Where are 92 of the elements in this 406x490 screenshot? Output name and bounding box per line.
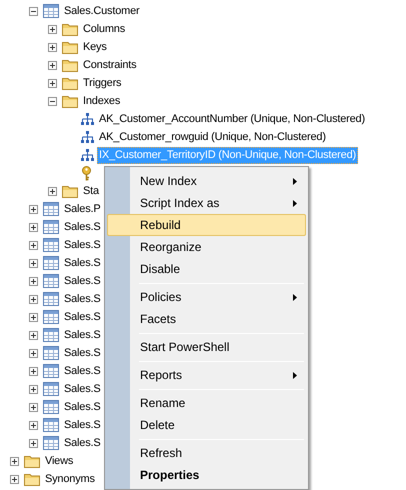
- expand-icon[interactable]: [10, 474, 18, 484]
- table-icon: [43, 436, 59, 450]
- table-icon: [43, 328, 59, 342]
- tree-item[interactable]: Sales.S: [62, 218, 103, 236]
- table-icon: [43, 256, 59, 270]
- tree-item[interactable]: Sales.P: [62, 200, 103, 218]
- tree-item[interactable]: Sales.S: [62, 398, 103, 416]
- tree-item[interactable]: Sales.S: [62, 326, 103, 344]
- folder-icon: [62, 40, 78, 54]
- expand-icon[interactable]: [28, 366, 38, 376]
- hierarchy-icon: [81, 130, 94, 144]
- tree-item[interactable]: Sales.S: [62, 416, 103, 434]
- expand-icon[interactable]: [48, 186, 56, 196]
- expand-icon[interactable]: [28, 240, 38, 250]
- tree-item[interactable]: Constraints: [81, 56, 138, 74]
- table-icon: [43, 220, 59, 234]
- expand-icon[interactable]: [28, 294, 38, 304]
- table-icon: [43, 346, 59, 360]
- tree-item[interactable]: Synonyms: [43, 470, 97, 488]
- tree-item[interactable]: Triggers: [81, 74, 124, 92]
- expand-icon[interactable]: [28, 438, 38, 448]
- table-icon: [43, 382, 59, 396]
- tree-item[interactable]: Sales.S: [62, 308, 103, 326]
- expand-icon[interactable]: [28, 348, 38, 358]
- expand-icon[interactable]: [28, 330, 38, 340]
- expand-icon[interactable]: [28, 276, 38, 286]
- folder-icon: [62, 76, 78, 90]
- tree-item[interactable]: Keys: [81, 38, 109, 56]
- menu-item[interactable]: Delete: [107, 414, 306, 436]
- expand-icon[interactable]: [28, 384, 38, 394]
- table-icon: [43, 292, 59, 306]
- hierarchy-icon: [81, 148, 94, 162]
- tree-item[interactable]: Sales.S: [62, 272, 103, 290]
- collapse-icon[interactable]: [28, 6, 38, 16]
- expand-icon[interactable]: [10, 456, 18, 466]
- menu-item[interactable]: Script Index as: [107, 192, 306, 214]
- table-icon: [43, 4, 59, 18]
- menu-item[interactable]: Policies: [107, 286, 306, 308]
- collapse-icon[interactable]: [48, 96, 56, 106]
- tree-item[interactable]: AK_Customer_rowguid (Unique, Non-Clustered): [97, 128, 328, 146]
- menu-item[interactable]: Facets: [107, 308, 306, 330]
- table-icon: [43, 310, 59, 324]
- tree-item[interactable]: Views: [43, 452, 76, 470]
- table-icon: [43, 400, 59, 414]
- folder-icon: [62, 184, 78, 198]
- tree-item[interactable]: Sta: [81, 182, 101, 200]
- tree-item[interactable]: Sales.S: [62, 254, 103, 272]
- tree-item[interactable]: Sales.S: [62, 290, 103, 308]
- key-icon: [81, 166, 92, 180]
- table-icon: [43, 364, 59, 378]
- expand-icon[interactable]: [48, 42, 56, 52]
- table-icon: [43, 238, 59, 252]
- expand-icon[interactable]: [28, 258, 38, 268]
- folder-icon: [62, 94, 78, 108]
- menu-item[interactable]: Reorganize: [107, 236, 306, 258]
- tree-item[interactable]: AK_Customer_AccountNumber (Unique, Non-Clustered): [97, 110, 367, 128]
- folder-icon: [24, 454, 40, 468]
- expand-icon[interactable]: [48, 60, 56, 70]
- hierarchy-icon: [81, 112, 94, 126]
- folder-icon: [62, 58, 78, 72]
- tree-item[interactable]: Sales.S: [62, 344, 103, 362]
- expand-icon[interactable]: [48, 78, 56, 88]
- expand-icon[interactable]: [28, 222, 38, 232]
- table-icon: [43, 418, 59, 432]
- menu-item[interactable]: New Index: [107, 170, 306, 192]
- menu-item[interactable]: Refresh: [107, 442, 306, 464]
- folder-icon: [62, 22, 78, 36]
- tree-item[interactable]: Sales.S: [62, 434, 103, 452]
- submenu-arrow-icon: [293, 294, 297, 300]
- expand-icon[interactable]: [28, 402, 38, 412]
- menu-item[interactable]: Rebuild: [107, 214, 306, 236]
- submenu-arrow-icon: [293, 178, 297, 184]
- menu-item[interactable]: Start PowerShell: [107, 336, 306, 358]
- table-icon: [43, 274, 59, 288]
- tree-item[interactable]: Sales.S: [62, 362, 103, 380]
- menu-item[interactable]: Disable: [107, 258, 306, 280]
- table-icon: [43, 202, 59, 216]
- expand-icon[interactable]: [28, 312, 38, 322]
- expand-icon[interactable]: [28, 204, 38, 214]
- tree-item[interactable]: Sales.S: [62, 236, 103, 254]
- tree-item[interactable]: Indexes: [81, 92, 122, 110]
- folder-icon: [24, 472, 40, 486]
- expand-icon[interactable]: [28, 420, 38, 430]
- submenu-arrow-icon: [293, 372, 297, 378]
- tree-item[interactable]: Columns: [81, 20, 128, 38]
- menu-item[interactable]: Reports: [107, 364, 306, 386]
- tree-item[interactable]: Sales.Customer: [62, 2, 142, 20]
- submenu-arrow-icon: [293, 200, 297, 206]
- menu-item[interactable]: Rename: [107, 392, 306, 414]
- tree-item[interactable]: Sales.S: [62, 380, 103, 398]
- menu-item[interactable]: Properties: [107, 464, 306, 486]
- expand-icon[interactable]: [48, 24, 56, 34]
